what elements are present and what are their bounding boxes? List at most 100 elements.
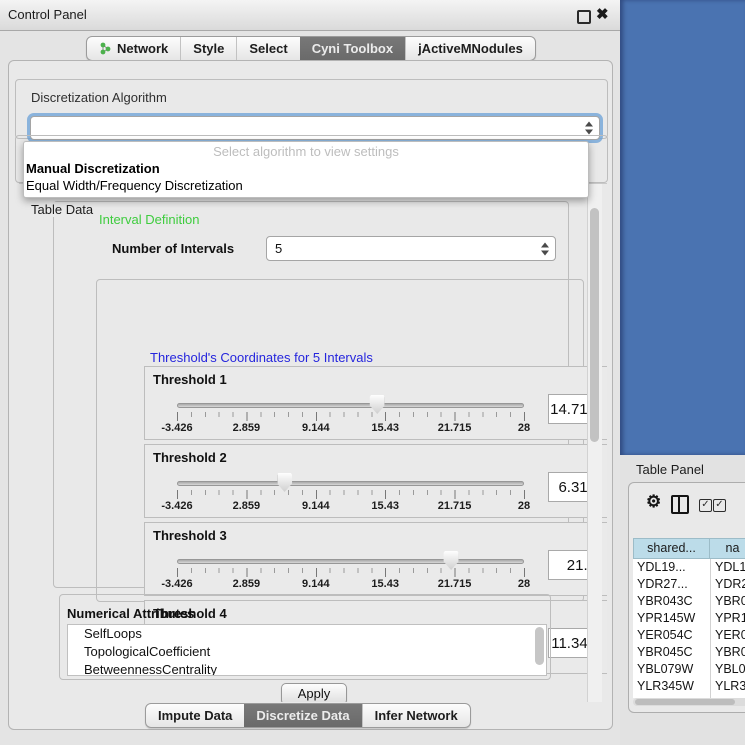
tab-impute-data[interactable]: Impute Data (146, 704, 244, 727)
slider-track[interactable] (177, 481, 524, 486)
table-cell: YBR0 (710, 644, 745, 661)
table-row[interactable]: YLR345W YLR3 (633, 678, 745, 695)
table-row[interactable]: YBL079W YBL0 (633, 661, 745, 678)
float-window-icon[interactable] (577, 10, 591, 24)
tick-label: 28 (518, 422, 530, 434)
table-row[interactable]: YBR045C YBR0 (633, 644, 745, 661)
tick-label: 15.43 (371, 422, 399, 434)
group-title: Table Data (28, 202, 96, 217)
table-row[interactable]: YDL19... YDL1 (633, 559, 745, 576)
tab-label: Impute Data (158, 708, 232, 723)
threshold-slider[interactable]: -3.4262.8599.14415.4321.71528 (177, 523, 524, 595)
table-cell: YER0 (710, 627, 745, 644)
settings-scroll-viewport: Interval Definition Number of Intervals … (19, 183, 607, 702)
threshold-slider[interactable]: -3.4262.8599.14415.4321.71528 (177, 367, 524, 439)
tab-cyni-toolbox[interactable]: Cyni Toolbox (300, 37, 405, 60)
tab-label: Network (117, 41, 168, 56)
table-body: YDL19... YDL1 YDR27... YDR2 YBR043C YBR0… (633, 559, 745, 698)
tick-label: 2.859 (233, 578, 261, 590)
table-cell: YER054C (633, 627, 710, 644)
panel-title: Control Panel (8, 0, 87, 30)
stepper-arrows-icon (585, 122, 594, 135)
algorithm-dropdown-popup: Select algorithm to view settings Manual… (23, 141, 589, 198)
tab-label: Style (193, 41, 224, 56)
control-panel: Control Panel ✖ Network Style Select Cyn… (0, 0, 620, 745)
table-row[interactable]: YDR27... YDR2 (633, 576, 745, 593)
table-row[interactable]: YER054C YER0 (633, 627, 745, 644)
numerical-attributes-label: Numerical Attributes (67, 606, 194, 621)
tick-label: 2.859 (233, 422, 261, 434)
tick-label: 9.144 (302, 422, 330, 434)
table-header: shared... na (633, 538, 745, 559)
network-icon (99, 41, 112, 56)
checkbox-icon[interactable]: ✓ (699, 499, 712, 512)
slider-tick-labels: -3.4262.8599.14415.4321.71528 (177, 500, 524, 513)
tick-label: 21.715 (438, 500, 472, 512)
tab-label: Select (249, 41, 287, 56)
tab-jactivemnodules[interactable]: jActiveMNodules (405, 37, 535, 60)
discretization-algorithm-group: Discretization Algorithm (15, 79, 608, 139)
tab-network[interactable]: Network (87, 37, 180, 60)
scrollbar-thumb[interactable] (590, 208, 599, 442)
table-row[interactable]: YPR145W YPR1 (633, 610, 745, 627)
tab-discretize-data[interactable]: Discretize Data (244, 704, 361, 727)
slider-ticks (177, 412, 525, 421)
dropdown-hint: Select algorithm to view settings (24, 144, 588, 159)
numerical-attributes-list[interactable]: SelfLoopsTopologicalCoefficientBetweenne… (67, 624, 547, 676)
tab-style[interactable]: Style (180, 37, 236, 60)
tick-label: -3.426 (161, 578, 192, 590)
tick-label: -3.426 (161, 500, 192, 512)
columns-icon[interactable] (671, 495, 689, 514)
network-window-frame: GAL80 GA C GAL11 GAL4 GCY1 H HAP2 (620, 0, 745, 455)
attribute-item-selfloops[interactable]: SelfLoops (68, 625, 546, 643)
list-scrollbar[interactable] (535, 627, 544, 665)
cyni-toolbox-panel: Discretization Algorithm Table Data galF… (8, 60, 613, 730)
tick-label: 28 (518, 500, 530, 512)
table-panel: ⚙ ✓ ✓ shared... na YDL19... YDL1 YDR27..… (628, 482, 745, 713)
table-cell: YLR345W (633, 678, 710, 695)
control-panel-titlebar: Control Panel ✖ (0, 0, 620, 31)
slider-track[interactable] (177, 559, 524, 564)
tab-label: Infer Network (375, 708, 458, 723)
attribute-item-topologicalcoefficient[interactable]: TopologicalCoefficient (68, 643, 546, 661)
close-icon[interactable]: ✖ (596, 5, 609, 23)
slider-track[interactable] (177, 403, 524, 408)
table-row[interactable]: YBR043C YBR0 (633, 593, 745, 610)
tick-label: 15.43 (371, 578, 399, 590)
stepper-arrows-icon (541, 242, 550, 255)
threshold-slider[interactable]: -3.4262.8599.14415.4321.71528 (177, 445, 524, 517)
tick-label: 21.715 (438, 578, 472, 590)
checkbox-icon[interactable]: ✓ (713, 499, 726, 512)
tick-label: 28 (518, 578, 530, 590)
interval-definition-group: Interval Definition Number of Intervals … (53, 201, 569, 588)
column-header-name[interactable]: na (710, 538, 745, 559)
table-cell: YBL079W (633, 661, 710, 678)
dropdown-option-manual-discretization[interactable]: Manual Discretization (26, 161, 160, 176)
number-of-intervals-label: Number of Intervals (112, 241, 234, 256)
table-cell: YPR145W (633, 610, 710, 627)
table-hscrollbar[interactable] (633, 698, 745, 706)
scrollbar-thumb[interactable] (635, 699, 735, 705)
threshold-row-1: Threshold 1 -3.4262.8599.14415.4321.7152… (144, 366, 607, 440)
group-title: Discretization Algorithm (28, 90, 170, 105)
dropdown-option-equal-width-frequency[interactable]: Equal Width/Frequency Discretization (26, 178, 243, 193)
tick-label: -3.426 (161, 422, 192, 434)
table-cell: YDR2 (710, 576, 745, 593)
tab-label: jActiveMNodules (418, 41, 523, 56)
table-cell: YBR045C (633, 644, 710, 661)
apply-button[interactable]: Apply (281, 683, 347, 702)
tab-select[interactable]: Select (236, 37, 299, 60)
column-header-shared-name[interactable]: shared... (633, 538, 710, 559)
panel-scrollbar[interactable] (587, 184, 602, 702)
attribute-item-betweennesscentrality[interactable]: BetweennessCentrality (68, 661, 546, 676)
thresholds-group: Threshold's Coordinates for 5 Intervals … (96, 279, 584, 602)
table-cell: YLR3 (710, 678, 745, 695)
slider-tick-labels: -3.4262.8599.14415.4321.71528 (177, 578, 524, 591)
gear-icon[interactable]: ⚙ (646, 493, 661, 511)
bottom-tabbar: Impute Data Discretize Data Infer Networ… (145, 703, 471, 728)
table-cell: YDR27... (633, 576, 710, 593)
table-panel-region: Table Panel ⚙ ✓ ✓ shared... na YDL19... … (620, 455, 745, 745)
number-of-intervals-combobox[interactable]: 5 (266, 236, 556, 261)
table-cell: YBR0 (710, 593, 745, 610)
tab-infer-network[interactable]: Infer Network (362, 704, 470, 727)
